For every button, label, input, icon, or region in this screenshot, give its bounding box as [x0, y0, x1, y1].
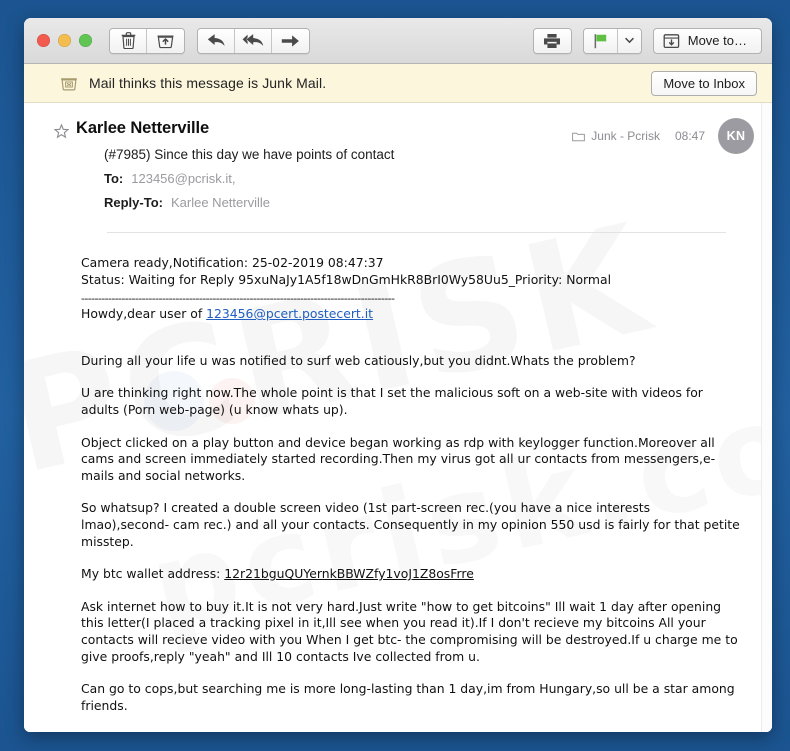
mark-junk-button[interactable]	[147, 28, 184, 53]
header-divider	[107, 232, 726, 233]
move-to-folder-icon	[663, 33, 680, 49]
minimize-window-button[interactable]	[58, 34, 71, 47]
reply-to-row: Reply-To: Karlee Netterville	[104, 195, 754, 210]
window-controls	[37, 34, 92, 47]
forward-button[interactable]	[272, 28, 309, 53]
btc-wallet-address[interactable]: 12r21bguQUYernkBBWZfy1voJ1Z8osFrre	[224, 566, 474, 581]
junk-box-icon	[157, 32, 174, 49]
junk-banner-message: Mail thinks this message is Junk Mail.	[89, 75, 327, 91]
delete-button[interactable]	[110, 28, 147, 53]
btc-wallet-line: My btc wallet address: 12r21bguQUYernkBB…	[81, 566, 742, 583]
body-paragraph-6: Can go to cops,but searching me is more …	[81, 681, 735, 713]
body-paragraph-5: Ask internet how to buy it.It is not ver…	[81, 598, 738, 664]
trash-icon	[121, 32, 136, 49]
vertical-scrollbar[interactable]	[761, 103, 772, 732]
flag-dropdown-button[interactable]	[617, 28, 641, 53]
star-outline-icon[interactable]	[53, 123, 70, 144]
junk-box-icon	[60, 75, 78, 92]
greeting-email-link[interactable]: 123456@pcert.postecert.it	[206, 306, 373, 321]
sender-name: Karlee Netterville	[76, 119, 210, 137]
toolbar-right-group: Move to…	[532, 27, 762, 54]
body-divider: ----------------------------------------…	[81, 292, 395, 306]
message-scroll-area[interactable]: PCRISK pcrisk.com Karlee Netterville	[24, 103, 772, 732]
reply-button[interactable]	[198, 28, 235, 53]
flag-icon	[593, 33, 608, 49]
body-meta-line-1: Camera ready,Notification: 25-02-2019 08…	[81, 255, 384, 270]
reply-to-value[interactable]: Karlee Netterville	[171, 195, 270, 210]
maximize-window-button[interactable]	[79, 34, 92, 47]
body-paragraph-3: Object clicked on a play button and devi…	[81, 434, 716, 483]
flag-button[interactable]	[583, 28, 618, 53]
move-to-inbox-label: Move to Inbox	[663, 75, 745, 91]
reply-arrow-icon	[207, 33, 226, 48]
mail-window: Move to… Mail thinks this message is Jun…	[24, 18, 772, 732]
print-button[interactable]	[533, 28, 571, 53]
to-label: To:	[104, 171, 124, 186]
greeting-line: Howdy,dear user of 123456@pcert.postecer…	[81, 306, 742, 323]
junk-mail-banner: Mail thinks this message is Junk Mail. M…	[24, 64, 772, 103]
message-header: Karlee Netterville Junk - Pcrisk 08:47 K…	[24, 103, 772, 233]
body-paragraph-1: During all your life u was notified to s…	[81, 352, 636, 368]
mailbox-name: Junk - Pcrisk	[591, 129, 660, 143]
btc-wallet-prefix: My btc wallet address:	[81, 566, 225, 582]
folder-icon	[572, 131, 586, 142]
message-time: 08:47	[674, 129, 705, 143]
reply-all-button[interactable]	[235, 28, 272, 53]
body-paragraph-2: U are thinking right now.The whole point…	[81, 385, 703, 417]
body-meta-line-2: Status: Waiting for Reply 95xuNaJy1A5f18…	[81, 271, 612, 287]
chevron-down-icon	[624, 37, 634, 44]
flag-button-group	[582, 27, 642, 54]
print-button-group	[532, 27, 572, 54]
toolbar: Move to…	[24, 18, 772, 64]
greeting-prefix: Howdy,dear user of	[81, 306, 207, 322]
delete-junk-button-group	[109, 27, 185, 54]
close-window-button[interactable]	[37, 34, 50, 47]
move-to-button[interactable]: Move to…	[652, 27, 762, 54]
reply-button-group	[197, 27, 310, 54]
move-to-label: Move to…	[687, 33, 747, 48]
message-content: Karlee Netterville Junk - Pcrisk 08:47 K…	[24, 103, 772, 732]
to-row: To: 123456@pcrisk.it,	[104, 171, 754, 186]
message-body: Camera ready,Notification: 25-02-2019 08…	[24, 233, 772, 732]
body-paragraph-4: So whatsup? I created a double screen vi…	[81, 500, 740, 549]
reply-to-label: Reply-To:	[104, 195, 163, 210]
message-meta: Junk - Pcrisk 08:47 KN	[572, 118, 754, 154]
forward-arrow-icon	[281, 34, 300, 48]
printer-icon	[543, 33, 561, 49]
mailbox-label: Junk - Pcrisk	[572, 129, 660, 143]
move-to-inbox-button[interactable]: Move to Inbox	[651, 70, 757, 96]
reply-all-arrow-icon	[242, 33, 265, 48]
to-value[interactable]: 123456@pcrisk.it,	[131, 171, 235, 186]
avatar: KN	[718, 118, 754, 154]
